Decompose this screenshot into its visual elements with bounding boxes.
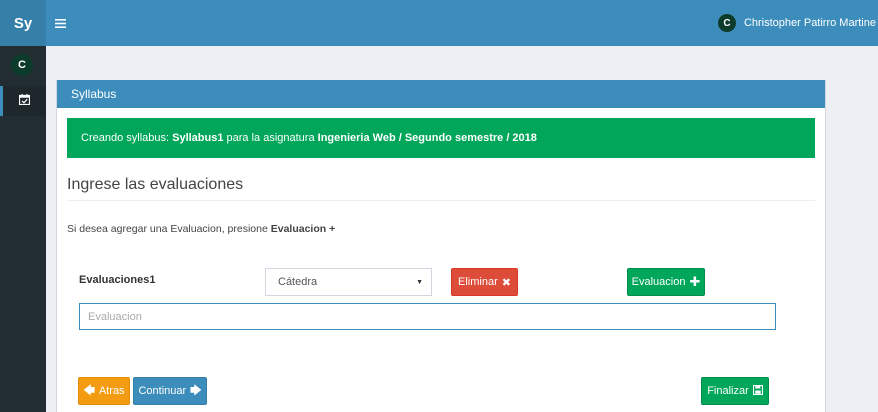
status-alert: Creando syllabus: Syllabus1 para la asig…	[67, 118, 815, 158]
hamburger-icon[interactable]	[50, 13, 70, 33]
arrow-left-icon: 🡄	[83, 384, 95, 397]
sidebar-item-syllabus[interactable]	[0, 86, 46, 116]
top-navbar: Sy C Christopher Patirro Martine	[0, 0, 878, 46]
continue-label: Continuar	[138, 385, 187, 397]
add-evaluation-label: Evaluacion	[631, 276, 686, 288]
help-button-ref: Evaluacion +	[270, 223, 336, 235]
delete-label: Eliminar	[458, 276, 498, 288]
back-label: Atras	[98, 385, 125, 397]
sidebar: C	[0, 46, 46, 412]
app-logo[interactable]: Sy	[0, 0, 46, 46]
alert-prefix: Creando syllabus:	[81, 132, 173, 144]
sidebar-avatar: C	[11, 54, 33, 76]
user-menu[interactable]: C Christopher Patirro Martine	[717, 0, 878, 46]
delete-button[interactable]: Eliminar ✖	[451, 268, 518, 296]
calendar-check-icon	[18, 94, 31, 108]
add-evaluation-button[interactable]: Evaluacion ✚	[627, 268, 705, 296]
plus-icon: ✚	[689, 274, 701, 289]
evaluaciones-label: Evaluaciones1	[79, 274, 156, 286]
help-text: Si desea agregar una Evaluacion, presion…	[67, 223, 335, 235]
evaluation-type-select[interactable]: Cátedra ▼	[265, 268, 432, 296]
user-name: Christopher Patirro Martine	[743, 17, 876, 29]
syllabus-box: Syllabus Creando syllabus: Syllabus1 par…	[56, 80, 826, 412]
continue-button[interactable]: Continuar 🡆	[133, 377, 207, 405]
user-avatar: C	[717, 14, 736, 32]
back-button[interactable]: 🡄 Atras	[78, 377, 130, 405]
select-value: Cátedra	[278, 276, 318, 288]
help-text-body: Si desea agregar una Evaluacion, presion…	[67, 223, 271, 235]
finish-button[interactable]: Finalizar	[701, 377, 769, 405]
alert-course: Ingenieria Web / Segundo semestre / 2018	[317, 132, 537, 144]
alert-middle: para la asignatura	[223, 132, 318, 144]
times-icon: ✖	[501, 276, 511, 289]
alert-syllabus-name: Syllabus1	[172, 132, 224, 144]
box-title: Syllabus	[71, 87, 117, 101]
evaluation-name-input[interactable]	[79, 303, 776, 330]
box-header: Syllabus	[57, 80, 825, 108]
finish-label: Finalizar	[707, 385, 749, 397]
caret-down-icon: ▼	[416, 278, 423, 286]
save-icon	[752, 384, 763, 398]
section-title: Ingrese las evaluaciones	[67, 176, 815, 201]
arrow-right-icon: 🡆	[190, 384, 202, 397]
